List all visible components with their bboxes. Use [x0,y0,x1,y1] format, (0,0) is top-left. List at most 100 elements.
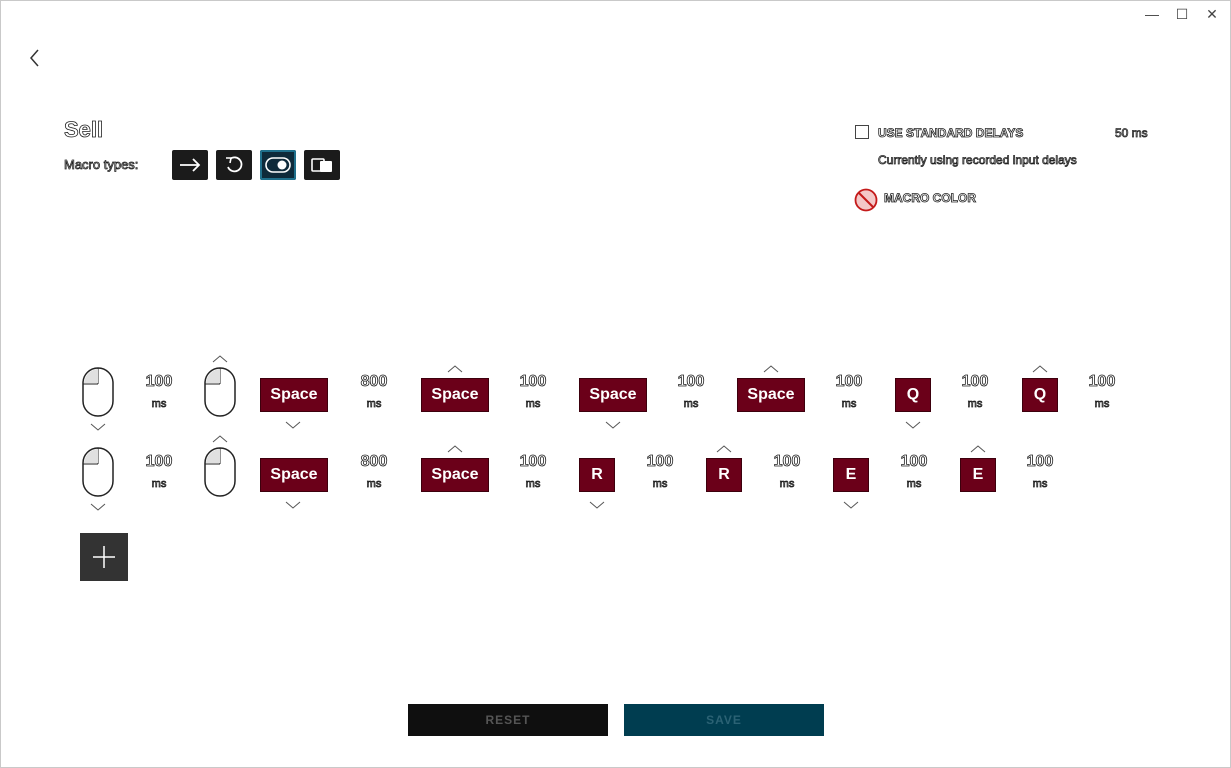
delay-unit: ms [151,398,167,411]
chevron-left-icon [30,49,39,67]
key-space[interactable]: Space [579,378,647,412]
delay-number: 100 [646,453,674,471]
chevron-up-icon[interactable] [446,444,464,453]
chevron-down-icon[interactable] [89,502,107,511]
delay-unit: ms [525,398,541,411]
delay-value[interactable]: 100 ms [955,373,995,411]
delay-number: 100 [519,453,547,471]
chevron-up-icon[interactable] [211,434,229,443]
delay-value[interactable]: 100 ms [1020,453,1060,491]
delay-unit: ms [525,478,541,491]
delay-value[interactable]: 100 ms [829,373,869,411]
key-e[interactable]: E [960,458,996,492]
add-step-button[interactable] [80,533,128,581]
delay-value[interactable]: 800 ms [354,373,394,411]
chevron-up-icon[interactable] [969,444,987,453]
chevron-down-icon[interactable] [842,500,860,509]
chevron-down-icon[interactable] [604,420,622,429]
macro-title: Sell [64,117,104,143]
close-button[interactable]: ✕ [1198,6,1226,23]
chevron-down-icon[interactable] [588,500,606,509]
delay-unit: ms [841,398,857,411]
delay-value[interactable]: 100 ms [513,373,553,411]
save-button[interactable]: SAVE [624,704,824,736]
delay-number: 100 [145,453,173,471]
delay-unit: ms [1094,398,1110,411]
delay-value[interactable]: 100 ms [640,453,680,491]
delay-number: 100 [773,453,801,471]
sequence-icon [311,158,332,172]
macro-type-toggle-button[interactable] [260,150,296,180]
standard-delays-label: USE STANDARD DELAYS [878,126,1024,141]
delay-number: 100 [145,373,173,391]
mouse-icon[interactable] [81,446,115,498]
delay-unit: ms [683,398,699,411]
delay-unit: ms [967,398,983,411]
delay-number: 100 [900,453,928,471]
delay-unit: ms [151,478,167,491]
key-q[interactable]: Q [895,378,931,412]
delay-number: 800 [360,453,388,471]
delay-value[interactable]: 800 ms [354,453,394,491]
key-q[interactable]: Q [1022,378,1058,412]
delay-number: 100 [1088,373,1116,391]
key-space[interactable]: Space [260,458,328,492]
delay-value[interactable]: 100 ms [139,373,179,411]
macro-type-no-repeat-button[interactable] [172,150,208,180]
plus-icon [93,546,115,568]
delay-unit: ms [1032,478,1048,491]
back-button[interactable] [22,44,46,72]
delay-number: 100 [1026,453,1054,471]
delay-value[interactable]: 100 ms [671,373,711,411]
delay-value[interactable]: 100 ms [139,453,179,491]
toggle-icon [265,157,291,173]
key-space[interactable]: Space [260,378,328,412]
delay-number: 100 [835,373,863,391]
macro-color-label: MACRO COLOR [884,191,977,206]
delay-number: 100 [519,373,547,391]
key-r[interactable]: R [706,458,742,492]
chevron-down-icon[interactable] [89,422,107,431]
chevron-up-icon[interactable] [1031,364,1049,373]
delay-unit: ms [906,478,922,491]
chevron-up-icon[interactable] [211,354,229,363]
delay-value[interactable]: 100 ms [894,453,934,491]
repeat-icon [226,156,243,173]
no-color-icon [854,188,878,212]
delay-unit: ms [652,478,668,491]
delay-value[interactable]: 100 ms [1082,373,1122,411]
key-space[interactable]: Space [421,378,489,412]
chevron-down-icon[interactable] [904,420,922,429]
key-r[interactable]: R [579,458,615,492]
macro-types-label: Macro types: [64,157,139,173]
standard-delay-value[interactable]: 50 ms [1115,126,1148,141]
macro-type-sequence-button[interactable] [304,150,340,180]
delay-unit: ms [366,478,382,491]
chevron-down-icon[interactable] [284,420,302,429]
delay-unit: ms [366,398,382,411]
delay-note: Currently using recorded input delays [878,153,1078,168]
mouse-icon[interactable] [203,366,237,418]
delay-value[interactable]: 100 ms [513,453,553,491]
standard-delays-checkbox[interactable] [855,125,869,139]
mouse-icon[interactable] [81,366,115,418]
arrow-right-icon [180,158,201,172]
chevron-up-icon[interactable] [446,364,464,373]
maximize-button[interactable]: ☐ [1168,6,1196,23]
reset-button[interactable]: RESET [408,704,608,736]
key-e[interactable]: E [833,458,869,492]
macro-type-repeat-button[interactable] [216,150,252,180]
delay-number: 100 [677,373,705,391]
delay-number: 800 [360,373,388,391]
mouse-icon[interactable] [203,446,237,498]
delay-number: 100 [961,373,989,391]
macro-color-button[interactable] [854,188,878,217]
key-space[interactable]: Space [737,378,805,412]
key-space[interactable]: Space [421,458,489,492]
delay-unit: ms [779,478,795,491]
chevron-down-icon[interactable] [284,500,302,509]
delay-value[interactable]: 100 ms [767,453,807,491]
chevron-up-icon[interactable] [762,364,780,373]
chevron-up-icon[interactable] [715,444,733,453]
minimize-button[interactable]: — [1138,6,1166,22]
